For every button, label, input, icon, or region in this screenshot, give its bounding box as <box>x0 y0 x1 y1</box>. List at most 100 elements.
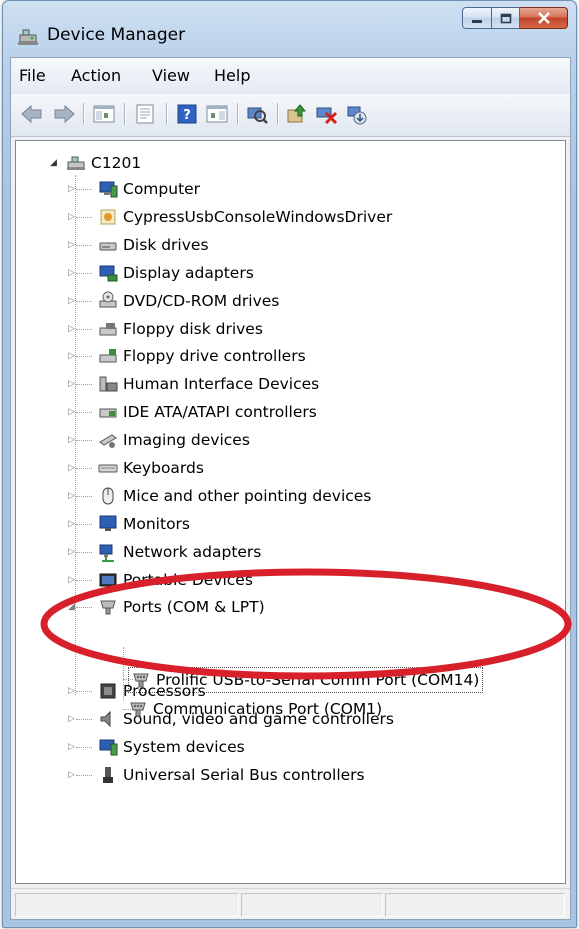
display-adapters-icon <box>98 263 118 283</box>
update-driver-icon[interactable] <box>284 102 310 126</box>
expand-arrow-icon[interactable]: ▷ <box>68 546 78 558</box>
tree-guide-line <box>76 468 92 469</box>
help-icon[interactable]: ? <box>174 102 200 126</box>
toolbar-separator <box>124 103 125 125</box>
maximize-button[interactable] <box>492 7 520 29</box>
expand-arrow-icon[interactable]: ▷ <box>68 267 78 279</box>
port-connector-icon <box>128 699 148 719</box>
device-manager-icon <box>17 25 39 47</box>
port-label: Communications Port (COM1) <box>153 700 383 718</box>
menu-action[interactable]: Action <box>71 66 121 85</box>
keyboards-icon <box>98 458 118 478</box>
maximize-icon <box>500 9 512 28</box>
computer-icon <box>98 179 118 199</box>
client-area: File Action View Help ? ◢ C1201 ▷ Comput… <box>10 57 571 920</box>
scan-hardware-icon[interactable] <box>244 102 270 126</box>
expand-arrow-icon[interactable]: ▷ <box>68 183 78 195</box>
port-communications-com1[interactable]: Communications Port (COM1) <box>128 697 382 721</box>
uninstall-device-icon[interactable] <box>344 102 370 126</box>
tree-category-keyboards[interactable]: ▷ Keyboards <box>68 456 204 480</box>
tree-category-floppy-drive-controllers[interactable]: ▷ Floppy drive controllers <box>68 344 306 368</box>
toolbar-separator <box>166 103 167 125</box>
tree-category-mice-and-other-pointing-devices[interactable]: ▷ Mice and other pointing devices <box>68 484 371 508</box>
expand-arrow-icon[interactable]: ▷ <box>68 295 78 307</box>
tree-guide-line <box>76 273 92 274</box>
tree-guide-line <box>76 719 92 720</box>
expand-arrow-icon[interactable]: ▷ <box>68 239 78 251</box>
menu-view[interactable]: View <box>152 66 190 85</box>
expand-arrow-icon[interactable]: ▷ <box>68 490 78 502</box>
expand-arrow-icon[interactable]: ▷ <box>68 323 78 335</box>
tree-category-label: Display adapters <box>123 264 254 282</box>
tree-category-floppy-disk-drives[interactable]: ▷ Floppy disk drives <box>68 317 263 341</box>
tree-category-dvd-cd-rom-drives[interactable]: ▷ DVD/CD-ROM drives <box>68 289 279 313</box>
tree-guide-line <box>76 384 92 385</box>
ide-ata-atapi-controllers-icon <box>98 402 118 422</box>
tree-category-display-adapters[interactable]: ▷ Display adapters <box>68 261 254 285</box>
properties-icon[interactable] <box>132 102 158 126</box>
tree-category-system-devices[interactable]: ▷ System devices <box>68 735 245 759</box>
show-hide-console-tree-icon[interactable] <box>91 102 117 126</box>
title-bar[interactable]: Device Manager <box>3 1 576 53</box>
tree-category-ide-ata-atapi-controllers[interactable]: ▷ IDE ATA/ATAPI controllers <box>68 400 317 424</box>
tree-category-label: Disk drives <box>123 236 209 254</box>
system-devices-icon <box>98 737 118 757</box>
tree-root[interactable]: ◢ C1201 <box>50 151 141 175</box>
status-cell <box>241 893 383 917</box>
tree-category-imaging-devices[interactable]: ▷ Imaging devices <box>68 428 250 452</box>
disable-device-icon[interactable] <box>314 102 340 126</box>
computer-root-icon <box>66 153 86 173</box>
expand-arrow-icon[interactable]: ▷ <box>68 462 78 474</box>
tree-guide-line <box>76 524 92 525</box>
tree-category-label: Floppy drive controllers <box>123 347 306 365</box>
tree-category-human-interface-devices[interactable]: ▷ Human Interface Devices <box>68 372 320 396</box>
expand-arrow-icon[interactable]: ▷ <box>68 518 78 530</box>
expand-arrow-icon[interactable]: ▷ <box>68 713 78 725</box>
tree-category-label: Network adapters <box>123 543 262 561</box>
tree-guide-line <box>76 356 92 357</box>
tree-category-universal-serial-bus-controllers[interactable]: ▷ Universal Serial Bus controllers <box>68 763 365 787</box>
minimize-button[interactable] <box>462 7 492 29</box>
expand-arrow-icon[interactable]: ▷ <box>68 350 78 362</box>
expand-arrow-icon[interactable]: ▷ <box>68 378 78 390</box>
tree-category-network-adapters[interactable]: ▷ Network adapters <box>68 540 262 564</box>
network-adapters-icon <box>98 542 118 562</box>
collapse-arrow-icon[interactable]: ◢ <box>50 157 60 169</box>
tree-category-disk-drives[interactable]: ▷ Disk drives <box>68 233 209 257</box>
tree-guide-line <box>76 301 92 302</box>
device-tree[interactable]: ◢ C1201 ▷ Computer ▷ CypressUsbConsoleWindo… <box>15 140 566 884</box>
tree-guide-line <box>76 440 92 441</box>
tree-category-label: Keyboards <box>123 459 204 477</box>
expand-arrow-icon[interactable]: ▷ <box>68 211 78 223</box>
monitors-icon <box>98 514 118 534</box>
tree-category-label: CypressUsbConsoleWindowsDriver <box>123 208 393 226</box>
tree-category-label: Human Interface Devices <box>123 375 320 393</box>
tree-guide-line <box>76 217 92 218</box>
expand-arrow-icon[interactable]: ▷ <box>68 434 78 446</box>
menu-bar: File Action View Help <box>11 58 570 94</box>
toolbar-separator <box>83 103 84 125</box>
close-button[interactable] <box>520 7 568 29</box>
tree-category-label: IDE ATA/ATAPI controllers <box>123 403 317 421</box>
menu-file[interactable]: File <box>19 66 46 85</box>
tree-category-label: Imaging devices <box>123 431 250 449</box>
tree-guide-line <box>76 552 92 553</box>
expand-arrow-icon[interactable]: ▷ <box>68 685 78 697</box>
imaging-devices-icon <box>98 430 118 450</box>
floppy-drive-controllers-icon <box>98 346 118 366</box>
tree-category-cypressusbconsolewindowsdriver[interactable]: ▷ CypressUsbConsoleWindowsDriver <box>68 205 393 229</box>
tree-category-computer[interactable]: ▷ Computer <box>68 177 201 201</box>
menu-help[interactable]: Help <box>214 66 250 85</box>
action-pane-icon[interactable] <box>204 102 230 126</box>
dvd-cd-rom-drives-icon <box>98 291 118 311</box>
tree-category-label: Floppy disk drives <box>123 320 263 338</box>
back-icon[interactable] <box>19 102 45 126</box>
tree-category-label: System devices <box>123 738 245 756</box>
expand-arrow-icon[interactable]: ▷ <box>68 741 78 753</box>
human-interface-devices-icon <box>98 374 118 394</box>
tree-category-monitors[interactable]: ▷ Monitors <box>68 512 190 536</box>
tree-category-label: Computer <box>123 180 201 198</box>
forward-icon[interactable] <box>51 102 77 126</box>
expand-arrow-icon[interactable]: ▷ <box>68 769 78 781</box>
expand-arrow-icon[interactable]: ▷ <box>68 406 78 418</box>
